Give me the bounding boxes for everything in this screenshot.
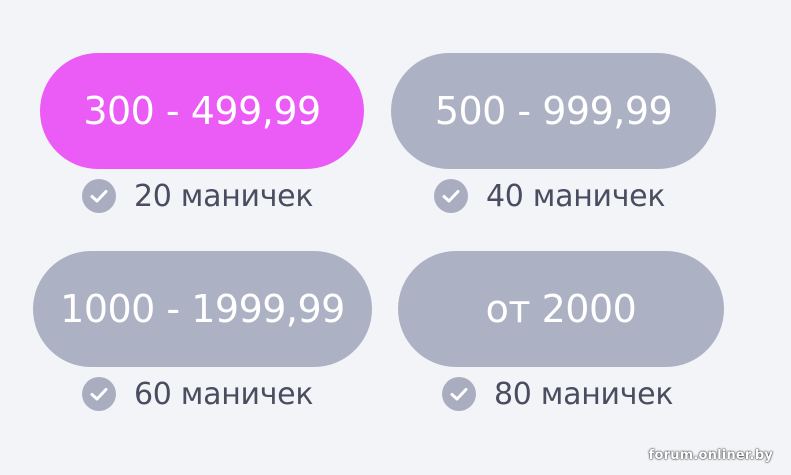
- tier-reward-label: 80 маничек: [494, 376, 674, 412]
- tier-range-label: 500 - 999,99: [434, 89, 673, 133]
- tier-range-label: от 2000: [485, 287, 637, 331]
- tier-range-label: 1000 - 1999,99: [60, 287, 345, 331]
- tier-reward: 80 маничек: [442, 374, 673, 414]
- tier-reward: 40 маничек: [434, 176, 665, 216]
- check-circle-icon: [82, 179, 116, 213]
- check-circle-icon: [442, 377, 476, 411]
- tier-range-label: 300 - 499,99: [83, 89, 321, 133]
- tier-reward-label: 20 маничек: [134, 178, 314, 214]
- tier-range-button[interactable]: 500 - 999,99: [391, 53, 716, 169]
- tier-reward-label: 40 маничек: [486, 178, 666, 214]
- watermark: forum.onliner.by: [648, 448, 773, 463]
- tier-reward-label: 60 маничек: [134, 376, 314, 412]
- tier-range-button[interactable]: от 2000: [398, 251, 724, 367]
- tier-range-button[interactable]: 300 - 499,99: [40, 53, 364, 169]
- check-circle-icon: [82, 377, 116, 411]
- check-circle-icon: [434, 179, 468, 213]
- tier-reward: 20 маничек: [82, 176, 313, 216]
- tier-reward: 60 маничек: [82, 374, 313, 414]
- tier-range-button[interactable]: 1000 - 1999,99: [33, 251, 372, 367]
